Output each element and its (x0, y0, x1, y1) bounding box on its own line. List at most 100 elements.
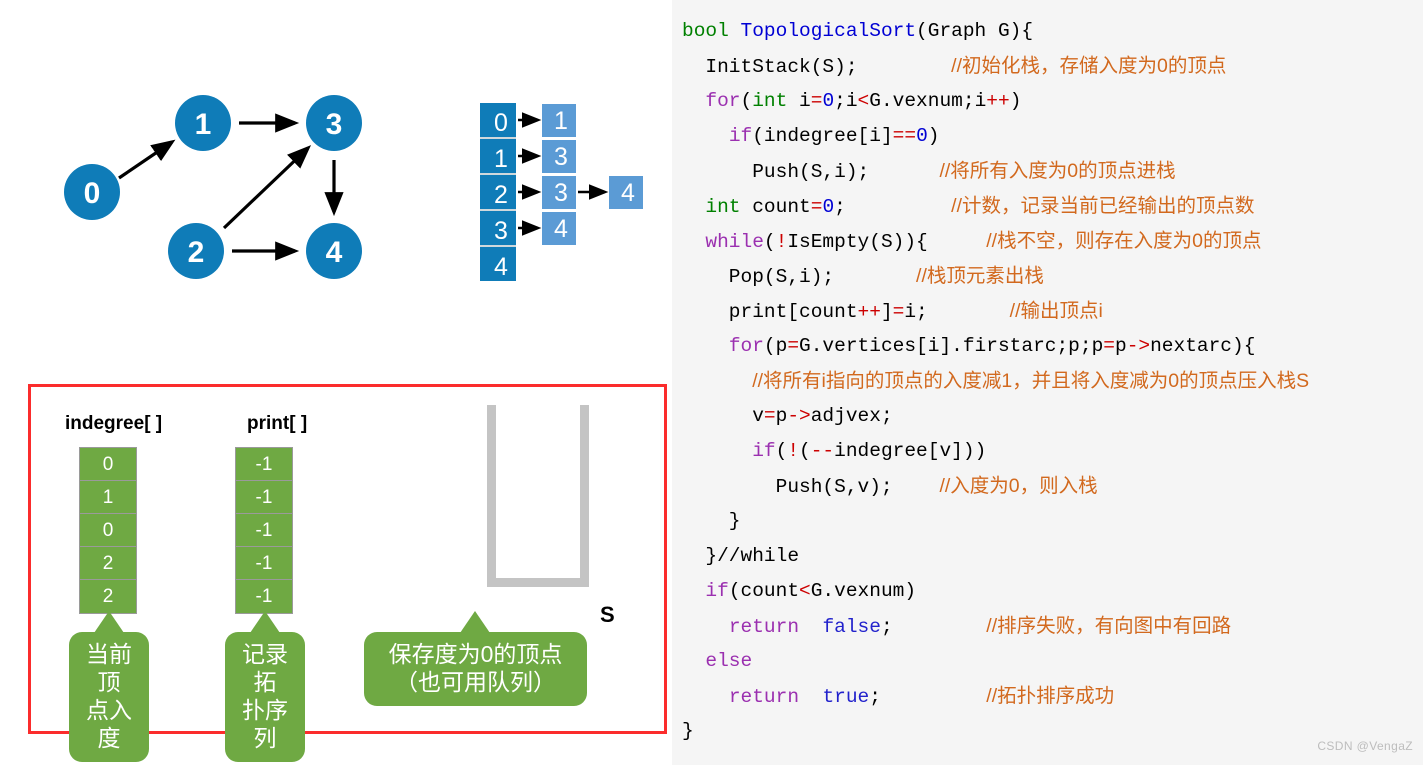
code-token-op: ++ (986, 90, 1010, 112)
code-token-op: < (799, 580, 811, 602)
code-token-plain: print[count (682, 301, 858, 323)
adjacency-vertex-4: 4 (494, 253, 508, 281)
code-token-op: = (1103, 335, 1115, 357)
code-token-kw: for (705, 90, 741, 112)
code-token-plain: G.vexnum) (810, 580, 917, 602)
code-token-plain: i; (904, 301, 1010, 323)
adjacency-list-figure: 0 1 2 3 4 1 3 3 4 4 (480, 103, 643, 281)
code-token-op: -> (1126, 335, 1151, 357)
code-line: }//while (672, 539, 1423, 574)
code-token-plain: count (740, 196, 811, 218)
code-line: } (672, 504, 1423, 539)
code-token-num: 0 (822, 196, 835, 218)
code-line: return true; //拓扑排序成功 (672, 679, 1423, 714)
print-array-label: print[ ] (247, 413, 308, 434)
code-token-op: = (892, 301, 905, 323)
code-token-plain: p (775, 405, 788, 427)
code-token-plain: v (682, 405, 764, 427)
graph-edges (118, 113, 344, 261)
code-token-plain: ; (869, 686, 987, 708)
print-cell: -1 (236, 481, 292, 514)
code-token-kw: if (728, 125, 753, 147)
code-line: v=p->adjvex; (672, 399, 1423, 434)
code-token-op: ! (787, 440, 800, 462)
code-token-plain: p (1114, 335, 1127, 357)
edge-2-3 (222, 145, 312, 230)
code-token-lit: false (822, 616, 881, 638)
code-token-plain: ; (834, 196, 952, 218)
code-token-op: ! (775, 231, 788, 253)
watermark: CSDN @VengaZ (1317, 739, 1413, 753)
code-token-cmt: //栈顶元素出栈 (916, 265, 1044, 287)
adjacency-vertex-3: 3 (494, 217, 508, 245)
code-token-cmt: //初始化栈，存储入度为0的顶点 (951, 55, 1227, 77)
print-array: -1 -1 -1 -1 -1 (235, 447, 293, 614)
code-token-op: = (763, 405, 776, 427)
code-token-plain: ( (740, 90, 753, 112)
code-token-plain: ; (880, 616, 987, 638)
callout-indegree: 当前顶 点入度 (69, 632, 149, 763)
code-token-plain: ) (1009, 90, 1022, 112)
code-token-op: -> (787, 405, 811, 427)
code-token-plain: Push(S,i); (682, 161, 940, 183)
code-token-plain: ( (799, 440, 811, 462)
code-token-plain: ) (927, 125, 940, 147)
code-token-kw: if (752, 440, 776, 462)
code-token-fn: TopologicalSort (740, 20, 917, 42)
adjacency-arc-2-0: 3 (554, 179, 568, 207)
code-line: Push(S,v); //入度为0，则入栈 (672, 469, 1423, 504)
code-token-type: int (752, 90, 788, 112)
code-token-plain: (count (728, 580, 800, 602)
code-token-cmt: //拓扑排序成功 (986, 685, 1115, 707)
stack-name-label: S (600, 602, 615, 627)
code-token-plain: IsEmpty(S)){ (787, 231, 987, 253)
code-token-plain: G.vertices[i].firstarc;p;p (799, 335, 1104, 357)
callout-tip-stack-icon (460, 611, 490, 633)
indegree-cell: 2 (80, 547, 136, 580)
code-token-plain: indegree[v])) (834, 440, 987, 462)
code-token-plain: Pop(S,i); (682, 266, 917, 288)
code-token-kw: for (728, 335, 764, 357)
adjacency-vertex-1: 1 (494, 145, 508, 173)
adjacency-arc-1-0: 3 (554, 143, 568, 171)
stack-base (491, 578, 583, 587)
code-token-plain: (p (763, 335, 788, 357)
stack-right-wall (580, 405, 589, 587)
code-token-plain: InitStack(S); (682, 56, 952, 78)
print-cell: -1 (236, 514, 292, 547)
code-token-plain: Push(S,v); (682, 476, 940, 498)
code-token-type: int (705, 196, 741, 218)
code-token-op: == (892, 125, 917, 147)
code-token-cmt: //输出顶点i (1009, 300, 1103, 322)
code-listing: bool TopologicalSort(Graph G){ InitStack… (672, 0, 1423, 765)
code-token-plain: G.vexnum;i (869, 90, 987, 112)
code-line: Pop(S,i); //栈顶元素出栈 (672, 259, 1423, 294)
code-token-cmt: //排序失败，有向图中有回路 (986, 615, 1232, 637)
code-line: else (672, 644, 1423, 679)
adjacency-vertex-2: 2 (494, 181, 508, 209)
callout-stack: 保存度为0的顶点 （也可用队列） (364, 632, 587, 707)
print-cell: -1 (255, 586, 273, 607)
code-token-op: = (810, 196, 823, 218)
adjacency-arc-3-0: 4 (554, 215, 568, 243)
code-line: if(count<G.vexnum) (672, 574, 1423, 609)
code-token-plain: (indegree[i] (752, 125, 893, 147)
code-token-plain: (Graph G){ (916, 20, 1034, 42)
indegree-cell: 2 (102, 586, 114, 607)
algorithm-state-panel: indegree[ ] print[ ] 0 1 0 2 2 -1 -1 -1 … (28, 384, 667, 763)
indegree-cell: 0 (80, 448, 136, 481)
print-cell: -1 (236, 547, 292, 580)
directed-graph-figure: 0 1 2 3 4 (64, 95, 362, 279)
graph-node-0-label: 0 (84, 177, 101, 210)
stack-left-wall (487, 405, 496, 587)
code-token-op: -- (810, 440, 835, 462)
code-token-plain: i (787, 90, 811, 112)
code-line: Push(S,i); //将所有入度为0的顶点进栈 (672, 154, 1423, 189)
